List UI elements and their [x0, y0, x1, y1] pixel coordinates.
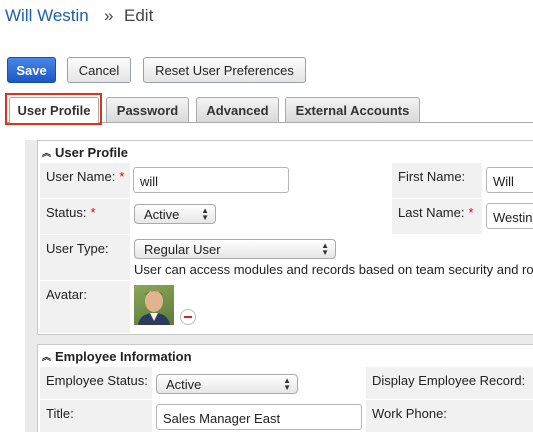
user-type-select[interactable]: Regular User ▲ ▼ — [134, 239, 336, 259]
title-label: Title: — [40, 400, 152, 432]
user-type-note: User can access modules and records base… — [134, 262, 533, 277]
collapse-icon: ︽ — [42, 147, 52, 158]
select-arrows-icon: ▲ ▼ — [283, 376, 291, 392]
reset-preferences-button[interactable]: Reset User Preferences — [143, 57, 306, 83]
status-select-value: Active — [144, 207, 180, 222]
employee-status-select[interactable]: Active ▲ ▼ — [156, 374, 298, 394]
employee-info-header[interactable]: ︽ Employee Information — [38, 345, 533, 367]
breadcrumb-user-link[interactable]: Will Westin — [5, 6, 89, 26]
avatar[interactable] — [134, 285, 174, 325]
cancel-button[interactable]: Cancel — [67, 57, 131, 83]
page-title: Edit — [124, 6, 154, 25]
select-arrows-icon: ▲ ▼ — [201, 206, 209, 222]
tab-highlight-box — [5, 93, 102, 125]
user-name-label: User Name: * — [40, 163, 130, 198]
collapse-icon: ︽ — [42, 351, 52, 362]
title-input[interactable]: Sales Manager East — [156, 404, 362, 430]
last-name-label: Last Name: * — [392, 199, 482, 234]
employee-status-value: Active — [166, 377, 202, 392]
status-label: Status: * — [40, 199, 130, 234]
tab-advanced[interactable]: Advanced — [196, 97, 279, 122]
work-phone-label: Work Phone: — [366, 400, 533, 432]
user-type-label: User Type: — [40, 235, 130, 280]
first-name-label: First Name: — [392, 163, 482, 198]
tab-password[interactable]: Password — [106, 97, 189, 122]
employee-info-title: Employee Information — [55, 348, 192, 364]
user-name-input[interactable]: will — [133, 167, 289, 193]
tab-external-accounts[interactable]: External Accounts — [285, 97, 420, 122]
avatar-label: Avatar: — [40, 281, 130, 333]
select-arrows-icon: ▲ ▼ — [321, 241, 329, 257]
user-profile-header[interactable]: ︽ User Profile — [38, 141, 533, 163]
breadcrumb-separator: » — [104, 6, 114, 25]
remove-avatar-icon[interactable] — [180, 309, 196, 325]
save-button[interactable]: Save — [7, 57, 56, 83]
first-name-input[interactable]: Will — [486, 167, 533, 193]
employee-status-label: Employee Status: — [40, 367, 152, 399]
user-type-select-value: Regular User — [144, 242, 221, 257]
user-profile-title: User Profile — [55, 144, 128, 160]
display-employee-record-label: Display Employee Record: — [366, 367, 533, 399]
status-select[interactable]: Active ▲ ▼ — [134, 204, 216, 224]
last-name-input[interactable]: Westin — [486, 203, 533, 229]
